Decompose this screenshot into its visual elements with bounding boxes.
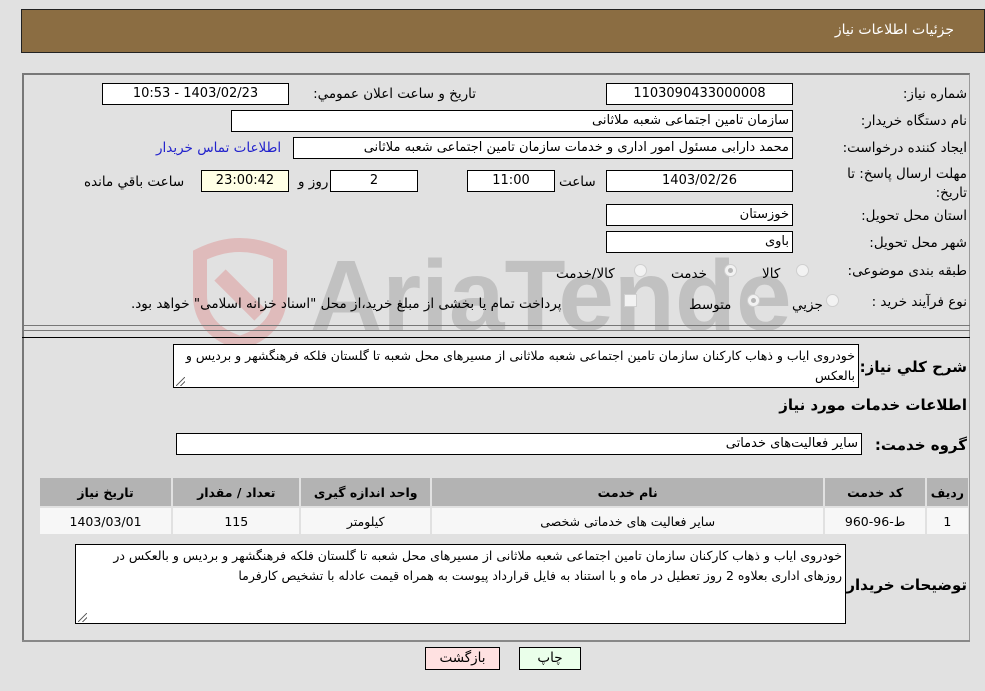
divider [22, 325, 970, 326]
description-label: شرح کلي نیاز: [859, 358, 967, 376]
page-title: جزئیات اطلاعات نیاز [834, 22, 954, 38]
column-header-unit: واحد اندازه گیری [301, 478, 430, 506]
process-radio-minor[interactable] [826, 294, 839, 307]
category-label: طبقه بندی موضوعی: [847, 263, 967, 279]
resize-grip-icon[interactable] [78, 613, 87, 622]
column-header-need-date: تاریخ نیاز [40, 478, 172, 506]
cell-service-name: سایر فعالیت های خدماتی شخصی [431, 508, 824, 534]
buyer-org-field: سازمان تامین اجتماعی شعبه ملاثانی [231, 110, 793, 132]
creator-label: ایجاد کننده درخواست: [842, 140, 967, 156]
column-header-quantity: تعداد / مقدار [173, 478, 300, 506]
process-option-medium: متوسط [689, 297, 732, 313]
print-button[interactable]: چاپ [519, 647, 581, 670]
cell-need-date: 1403/03/01 [40, 508, 172, 534]
province-field: خوزستان [606, 204, 793, 226]
deadline-time-label: ساعت [559, 174, 596, 190]
back-button[interactable]: بازگشت [425, 647, 500, 670]
buyer-contact-link[interactable]: اطلاعات تماس خریدار [156, 140, 281, 156]
category-option-goods-service: کالا/خدمت [556, 266, 615, 282]
creator-field: محمد دارابی مسئول امور اداری و خدمات ساز… [293, 137, 793, 159]
table-header-row: ردیف کد خدمت نام خدمت واحد اندازه گیری ت… [40, 478, 968, 506]
category-radio-goods[interactable] [796, 264, 809, 277]
divider [22, 640, 970, 642]
category-radio-service[interactable] [724, 264, 737, 277]
city-field: باوی [606, 231, 793, 253]
category-radio-goods-service[interactable] [634, 264, 647, 277]
deadline-date-field: 1403/02/26 [606, 170, 793, 192]
service-group-field: سایر فعالیت‌های خدماتی [176, 433, 862, 455]
remaining-days-field: 2 [330, 170, 418, 192]
cell-service-code: ط-96-960 [825, 508, 925, 534]
page-header: جزئیات اطلاعات نیاز [21, 9, 985, 53]
need-number-label: شماره نیاز: [902, 86, 967, 102]
cell-quantity: 115 [173, 508, 300, 534]
buyer-notes-textarea[interactable]: خودروی ایاب و ذهاب کارکنان سازمان تامین … [75, 544, 846, 624]
cell-row-number: 1 [926, 508, 968, 534]
remaining-time-field: 23:00:42 [201, 170, 289, 192]
buyer-notes-label: توضیحات خریدار: [840, 576, 967, 594]
column-header-service-code: کد خدمت [825, 478, 925, 506]
process-label: نوع فرآیند خرید : [871, 294, 967, 310]
service-group-label: گروه خدمت: [874, 436, 967, 454]
need-number-field: 1103090433000008 [606, 83, 793, 105]
category-option-service: خدمت [671, 266, 707, 282]
announce-label: تاریخ و ساعت اعلان عمومي: [313, 86, 476, 102]
column-header-service-name: نام خدمت [431, 478, 824, 506]
deadline-label: مهلت ارسال پاسخ: تا تاریخ: [847, 166, 967, 201]
days-label: روز و [298, 174, 329, 190]
category-option-goods: کالا [762, 266, 781, 282]
table-row: 1 ط-96-960 سایر فعالیت های خدماتی شخصی ک… [40, 508, 968, 534]
services-table: ردیف کد خدمت نام خدمت واحد اندازه گیری ت… [38, 476, 970, 536]
description-text: خودروی ایاب و ذهاب کارکنان سازمان تامین … [185, 348, 855, 383]
description-textarea[interactable]: خودروی ایاب و ذهاب کارکنان سازمان تامین … [173, 344, 859, 388]
city-label: شهر محل تحویل: [869, 235, 967, 251]
province-label: استان محل تحویل: [861, 208, 967, 224]
process-option-minor: جزيي [792, 297, 823, 313]
services-section-title: اطلاعات خدمات مورد نیاز [779, 396, 967, 414]
treasury-checkbox[interactable] [624, 294, 637, 307]
buyer-org-label: نام دستگاه خریدار: [860, 113, 967, 129]
column-header-row-number: ردیف [926, 478, 968, 506]
services-table-wrapper: ردیف کد خدمت نام خدمت واحد اندازه گیری ت… [38, 476, 970, 536]
cell-unit: کیلومتر [301, 508, 430, 534]
process-radio-medium[interactable] [747, 294, 760, 307]
treasury-note: پرداخت تمام یا بخشی از مبلغ خرید،از محل … [131, 296, 562, 312]
announce-date-field: 1403/02/23 - 10:53 [102, 83, 289, 105]
deadline-time-field: 11:00 [467, 170, 555, 192]
remaining-label: ساعت باقي مانده [84, 174, 185, 190]
divider [22, 337, 970, 338]
buyer-notes-text: خودروی ایاب و ذهاب کارکنان سازمان تامین … [113, 548, 842, 583]
divider [22, 330, 970, 331]
resize-grip-icon[interactable] [176, 377, 185, 386]
